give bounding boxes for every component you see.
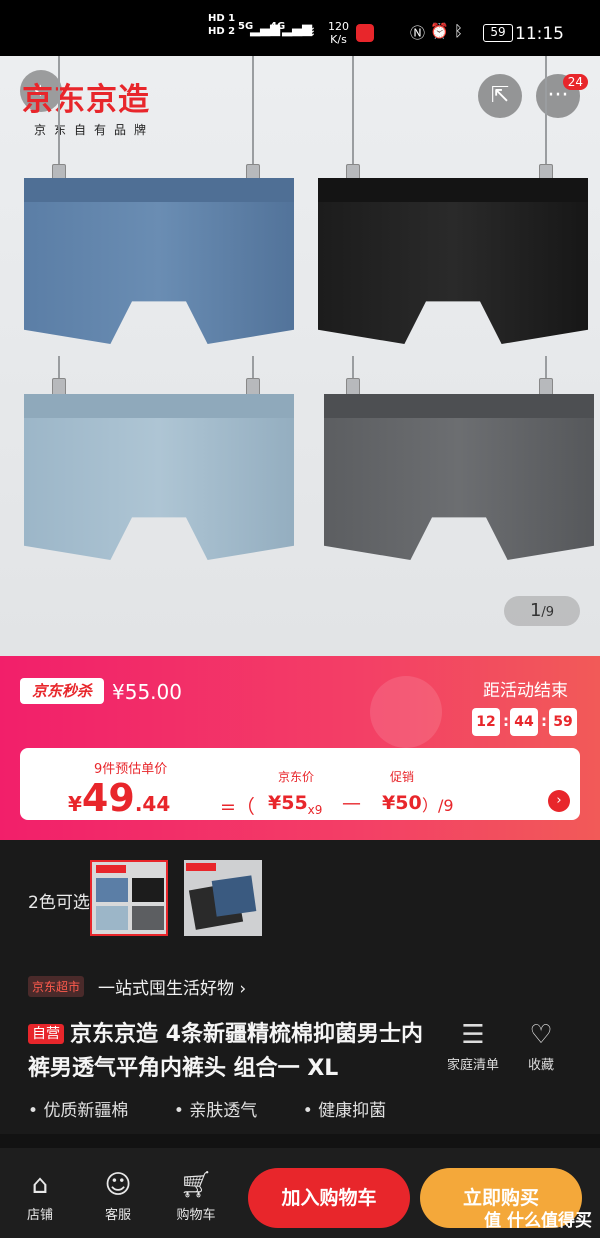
product-light-blue [24,394,294,584]
estimated-unit-price: ¥49.44 [68,776,171,820]
clock: 11:15 [515,24,564,44]
clock-icon [370,676,442,748]
countdown-separator: : [541,712,547,730]
chat-icon: ☺ [104,1170,132,1200]
countdown-minutes: 44 [510,708,538,736]
store-icon: ⌂ [31,1170,49,1200]
seckill-promo: 京东秒杀 ¥55.00 距活动结束 12 : 44 : 59 9件预估单价 ¥4… [0,656,600,840]
status-bar: HD 1 HD 2 5G ▂▄▆ 4G ▂▄▆ ≋ 120 K/s Ⓝ ⏰ ᛒ 59… [0,0,600,56]
feature-item: • 健康抑菌 [302,1101,387,1121]
list-add-icon: ☰ [461,1020,485,1050]
message-count-badge: 24 [562,74,588,90]
net-speed: 120 K/s [328,20,349,46]
wifi-icon: ≋ [302,22,316,41]
self-operated-tag: 自营 [28,1024,64,1044]
bluetooth-icon: ᛒ [454,22,464,40]
customer-service-button[interactable]: ☺ 客服 [88,1170,148,1223]
product-gray [324,394,594,584]
feature-item: • 亲肤透气 [173,1101,258,1121]
family-list-button[interactable]: ☰ 家庭清单 [438,1020,508,1073]
unit-price-label: 9件预估单价 [94,762,168,777]
promo-value: ¥50 [382,792,422,814]
hanger-line [545,56,547,176]
product-title: 自营 京东京造 4条新疆精梳棉抑菌男士内裤男透气平角内裤头 组合一 XL [28,1022,423,1081]
battery-icon: 59 [483,24,513,42]
nfc-icon: Ⓝ [410,24,426,42]
hanger-line [58,56,60,176]
product-gallery[interactable]: ‹ 京东京造 京东自有品牌 ⇱ ··· 24 1/9 [0,56,600,656]
formula-open: =（ [220,796,255,818]
share-button[interactable]: ⇱ [478,74,522,118]
alarm-icon: ⏰ [430,22,449,40]
share-icon: ⇱ [490,83,510,108]
seckill-price: ¥55.00 [112,680,182,704]
jd-price-value: ¥55x9 [268,792,323,817]
countdown-seconds: 59 [549,708,577,736]
brand-logo: 京东京造 京东自有品牌 [22,82,155,137]
cart-icon: 🛒︎ [179,1170,213,1200]
add-to-cart-button[interactable]: 加入购物车 [248,1168,410,1228]
feature-item: • 优质新疆棉 [28,1101,129,1121]
watermark: 值 什么值得买 [484,1211,592,1231]
promo-label: 促销 [390,770,415,784]
store-slogan-link[interactable]: 一站式囤生活好物 › [98,974,246,999]
hanger-line [252,56,254,176]
price-estimate-card[interactable]: 9件预估单价 ¥49.44 =（ 京东价 ¥55x9 — 促销 ¥50 ）/9 … [20,748,580,820]
product-blue [24,178,294,368]
cart-nav-button[interactable]: 🛒︎ 购物车 [166,1170,226,1223]
countdown-separator: : [503,712,509,730]
sim-indicator: HD 1 HD 2 [208,13,236,37]
color-options-label: 2色可选 [28,893,90,913]
hanger-line [352,56,354,176]
gallery-pager: 1/9 [504,596,580,626]
variant-swatch[interactable] [184,860,262,936]
seckill-tag: 京东秒杀 [20,678,104,704]
jd-price-label: 京东价 [278,770,315,784]
formula-minus: — [342,792,361,814]
favorite-button[interactable]: ♡ 收藏 [506,1020,576,1073]
divider [0,1134,600,1148]
supermarket-tag: 京东超市 [28,976,85,997]
feature-bullets: • 优质新疆棉 • 亲肤透气 • 健康抑菌 [28,1096,426,1121]
heart-icon: ♡ [529,1020,553,1050]
chevron-right-icon[interactable]: › [548,790,570,812]
countdown-hours: 12 [472,708,500,736]
product-black [318,178,588,368]
variant-swatch-selected[interactable] [90,860,168,936]
app-icon [356,24,374,42]
formula-close: ）/9 [422,796,454,815]
shop-button[interactable]: ⌂ 店铺 [10,1170,70,1223]
countdown-label: 距活动结束 [483,681,568,701]
